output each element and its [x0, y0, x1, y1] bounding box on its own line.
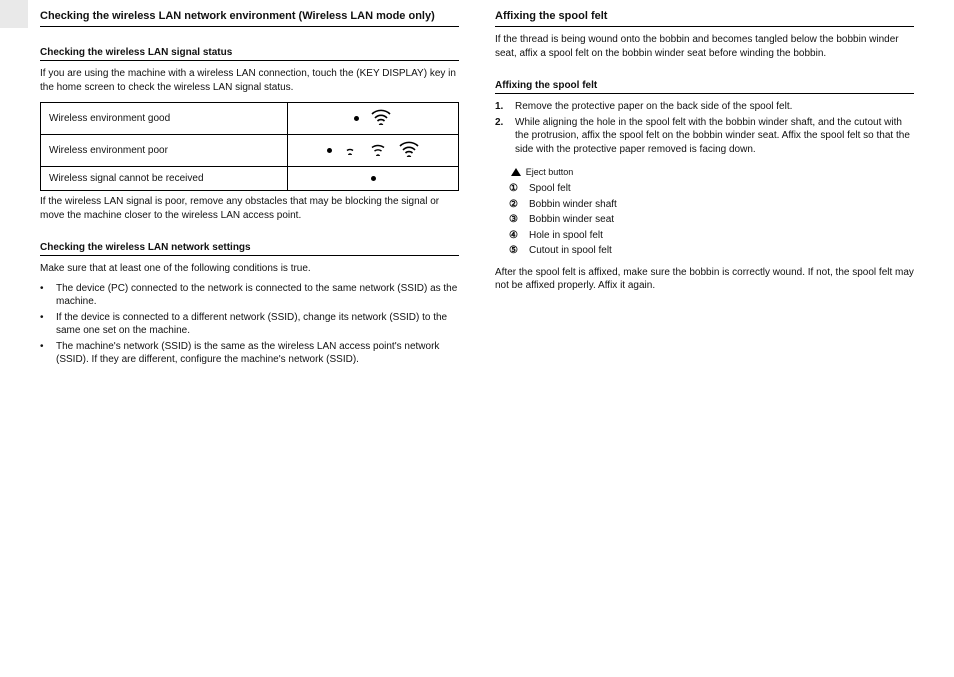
wifi-strong-icon	[370, 109, 392, 128]
subsection-title-affix: Affixing the spool felt	[495, 66, 914, 94]
paragraph-network-intro: Make sure that at least one of the follo…	[40, 262, 459, 276]
right-column: Affixing the spool felt If the thread is…	[495, 0, 914, 369]
list-item: ⑤Cutout in spool felt	[509, 244, 914, 258]
bullet-list: •The device (PC) connected to the networ…	[40, 282, 459, 367]
section-title-wireless: Checking the wireless LAN network enviro…	[40, 0, 459, 27]
step-list: 1.Remove the protective paper on the bac…	[495, 100, 914, 156]
list-item: •The device (PC) connected to the networ…	[40, 282, 459, 309]
list-item: ②Bobbin winder shaft	[509, 198, 914, 212]
list-item: •If the device is connected to a differe…	[40, 311, 459, 338]
table-row: Wireless environment poor	[41, 135, 459, 167]
paragraph-note: After the spool felt is affixed, make su…	[495, 266, 914, 293]
signal-dot-icon	[354, 116, 359, 121]
subsection-title-signal-status: Checking the wireless LAN signal status	[40, 33, 459, 61]
paragraph-spool-intro: If the thread is being wound onto the bo…	[495, 33, 914, 60]
list-item: ③Bobbin winder seat	[509, 213, 914, 227]
wifi-1bar-icon	[342, 143, 358, 158]
row-label: Wireless signal cannot be received	[41, 167, 288, 191]
list-item: 2.While aligning the hole in the spool f…	[495, 116, 914, 157]
paragraph-signal-status: If you are using the machine with a wire…	[40, 67, 459, 94]
row-icons	[288, 167, 459, 191]
left-column: Checking the wireless LAN network enviro…	[40, 0, 459, 369]
signal-dot-icon	[371, 176, 376, 181]
signal-dot-icon	[327, 148, 332, 153]
list-item: 1.Remove the protective paper on the bac…	[495, 100, 914, 114]
wifi-3bar-icon	[398, 141, 420, 160]
row-label: Wireless environment good	[41, 103, 288, 135]
page-edge-tab	[0, 0, 28, 28]
legend-list: ①Spool felt ②Bobbin winder shaft ③Bobbin…	[509, 182, 914, 258]
row-label: Wireless environment poor	[41, 135, 288, 167]
table-row: Wireless environment good	[41, 103, 459, 135]
diagram-placeholder: Eject button	[509, 166, 914, 178]
section-title-spool-felt: Affixing the spool felt	[495, 0, 914, 27]
list-item: ①Spool felt	[509, 182, 914, 196]
row-icons	[288, 103, 459, 135]
table-row: Wireless signal cannot be received	[41, 167, 459, 191]
list-item: •The machine's network (SSID) is the sam…	[40, 340, 459, 367]
wifi-2bar-icon	[369, 142, 387, 159]
eject-label: Eject button	[526, 167, 574, 177]
up-triangle-icon	[511, 168, 521, 176]
row-icons	[288, 135, 459, 167]
subsection-title-network-settings: Checking the wireless LAN network settin…	[40, 228, 459, 256]
signal-status-table: Wireless environment good Wireless envir…	[40, 102, 459, 191]
paragraph-signal-advice: If the wireless LAN signal is poor, remo…	[40, 195, 459, 222]
list-item: ④Hole in spool felt	[509, 229, 914, 243]
